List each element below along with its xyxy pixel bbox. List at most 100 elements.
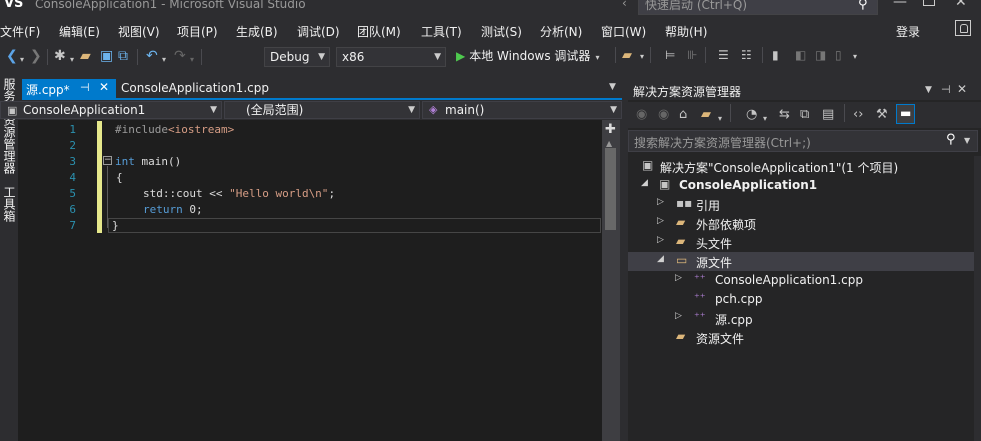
toolbox-tab[interactable]: 工具箱 xyxy=(1,186,18,222)
login-button[interactable]: 登录 xyxy=(896,23,920,40)
expanded-arrow-icon[interactable]: ◢ xyxy=(641,178,648,188)
process-dropdown-icon[interactable]: ▾ xyxy=(640,52,644,61)
tree-item-resource-files[interactable]: ▰ 资源文件 xyxy=(628,328,974,347)
tree-item-project[interactable]: ◢ ▣ ConsoleApplication1 xyxy=(628,176,974,195)
new-dropdown-icon[interactable]: ▾ xyxy=(70,52,74,68)
menu-test[interactable]: 测试(S) xyxy=(481,23,522,40)
tree-item-source-files[interactable]: ◢ ▭ 源文件 xyxy=(628,252,974,271)
window-position-dropdown-icon[interactable]: ▼ xyxy=(925,85,932,95)
server-explorer-tab[interactable]: 服务器资源管理器 xyxy=(1,78,18,174)
undo-dropdown-icon[interactable]: ▾ xyxy=(162,52,166,68)
solution-configuration-select[interactable]: Debug ▼ xyxy=(264,47,330,67)
panel-splitter[interactable] xyxy=(620,120,624,441)
menu-tools[interactable]: 工具(T) xyxy=(421,23,462,40)
toolbar-overflow-icon[interactable]: ▾ xyxy=(853,52,857,61)
views-dropdown-icon[interactable]: ▾ xyxy=(718,111,722,127)
pending-dropdown-icon[interactable]: ▾ xyxy=(763,111,767,127)
solution-explorer-scrollbar[interactable] xyxy=(974,156,981,441)
tree-item-source-cpp[interactable]: ▷ ⁺⁺ 源.cpp xyxy=(628,309,974,328)
quick-launch-input[interactable]: 快速启动 (Ctrl+Q) xyxy=(638,0,878,15)
menu-analyze[interactable]: 分析(N) xyxy=(540,23,582,40)
undo-icon[interactable]: ↶ xyxy=(146,48,158,64)
split-window-icon[interactable]: ✚ xyxy=(605,122,616,137)
minimize-icon[interactable]: — xyxy=(893,0,907,10)
feedback-icon[interactable]: ‹ xyxy=(622,0,627,10)
collapse-icon[interactable]: − xyxy=(103,156,112,165)
collapsed-arrow-icon[interactable]: ▷ xyxy=(675,273,682,283)
menu-team[interactable]: 团队(M) xyxy=(357,23,401,40)
menu-project[interactable]: 项目(P) xyxy=(177,23,218,40)
collapsed-arrow-icon[interactable]: ▷ xyxy=(675,311,682,321)
back-dropdown-icon[interactable]: ▾ xyxy=(20,52,24,68)
tree-item-solution[interactable]: ▣ 解决方案"ConsoleApplication1"(1 个项目) xyxy=(628,157,974,176)
preview-selected-button[interactable]: ▬ xyxy=(896,104,915,124)
properties-wrench-icon[interactable]: ⚒ xyxy=(876,107,888,123)
collapse-all-icon[interactable]: ⧉ xyxy=(800,107,809,123)
menu-window[interactable]: 窗口(W) xyxy=(601,23,646,40)
start-debugging-button[interactable]: ▶ 本地 Windows 调试器 ▾ xyxy=(456,47,599,64)
code-editor[interactable] xyxy=(18,120,624,441)
menu-build[interactable]: 生成(B) xyxy=(236,23,278,40)
account-icon[interactable] xyxy=(955,20,971,36)
maximize-icon[interactable] xyxy=(923,0,935,6)
tab-consoleapplication1-cpp[interactable]: ConsoleApplication1.cpp xyxy=(121,81,269,95)
scope-nav-select[interactable]: (全局范围) ▼ xyxy=(224,101,420,119)
tree-item-header-files[interactable]: ▷ ▰ 头文件 xyxy=(628,233,974,252)
sync-icon[interactable]: ⇆ xyxy=(779,107,790,123)
close-window-icon[interactable]: ✕ xyxy=(955,0,967,10)
project-nav-select[interactable]: ▣ ConsoleApplication1 ▼ xyxy=(0,101,222,119)
step-over-icon[interactable]: ⊪ xyxy=(687,48,697,62)
forward-icon[interactable]: ◉ xyxy=(658,107,669,123)
navigate-forward-icon[interactable]: ❯ xyxy=(30,48,42,64)
tab-source-cpp[interactable]: 源.cpp* ⊣ ✕ xyxy=(22,79,116,98)
close-tab-icon[interactable]: ✕ xyxy=(99,80,109,94)
new-project-icon[interactable]: ✱ xyxy=(54,48,66,64)
tab-list-dropdown-icon[interactable]: ▼ xyxy=(609,82,616,92)
menu-edit[interactable]: 编辑(E) xyxy=(59,23,100,40)
collapsed-arrow-icon[interactable]: ▷ xyxy=(657,197,664,207)
pin-icon[interactable]: ⊣ xyxy=(80,81,90,94)
switch-views-icon[interactable]: ▰ xyxy=(701,107,711,123)
menu-debug[interactable]: 调试(D) xyxy=(297,23,340,40)
home-icon[interactable]: ⌂ xyxy=(679,107,687,123)
collapsed-arrow-icon[interactable]: ▷ xyxy=(657,216,664,226)
member-nav-select[interactable]: ◈ main() ▼ xyxy=(422,101,622,119)
pin-icon[interactable]: ⊣ xyxy=(941,83,951,96)
open-file-icon[interactable]: ▰ xyxy=(80,48,91,64)
search-options-dropdown-icon[interactable]: ▼ xyxy=(964,136,970,145)
redo-icon[interactable]: ↷ xyxy=(174,48,186,64)
process-icon[interactable]: ▰ xyxy=(622,48,632,63)
view-code-icon[interactable]: ‹› xyxy=(853,107,863,123)
close-panel-icon[interactable]: ✕ xyxy=(957,82,967,96)
scroll-up-icon[interactable]: ▲ xyxy=(606,139,612,148)
tree-item-consoleapplication1-cpp[interactable]: ▷ ⁺⁺ ConsoleApplication1.cpp xyxy=(628,271,974,290)
solution-search-input[interactable]: 搜索解决方案资源管理器(Ctrl+;) xyxy=(628,130,978,152)
tree-item-references[interactable]: ▷ ▪▪ 引用 xyxy=(628,195,974,214)
next-bookmark-icon[interactable]: ◨ xyxy=(815,48,826,62)
prev-bookmark-icon[interactable]: ◧ xyxy=(795,48,806,62)
search-icon[interactable]: ⚲ xyxy=(946,132,956,147)
pending-changes-icon[interactable]: ◔ xyxy=(746,107,757,123)
search-icon[interactable]: ⚲ xyxy=(858,0,868,12)
expanded-arrow-icon[interactable]: ◢ xyxy=(657,254,664,264)
clear-bookmarks-icon[interactable]: ▯ xyxy=(835,48,842,62)
redo-dropdown-icon[interactable]: ▾ xyxy=(190,52,194,68)
uncomment-icon[interactable]: ☷ xyxy=(741,48,752,62)
run-dropdown-icon[interactable]: ▾ xyxy=(595,53,599,62)
navigate-back-icon[interactable]: ❮ xyxy=(6,48,18,64)
step-into-icon[interactable]: ⊨ xyxy=(665,48,675,62)
menu-file[interactable]: 文件(F) xyxy=(0,23,40,40)
tree-item-pch-cpp[interactable]: ⁺⁺ pch.cpp xyxy=(628,290,974,309)
save-all-icon[interactable]: ⧉ xyxy=(118,48,128,64)
comment-out-icon[interactable]: ☰ xyxy=(718,48,729,62)
back-icon[interactable]: ◉ xyxy=(636,107,647,123)
show-all-files-icon[interactable]: ▤ xyxy=(822,107,834,123)
collapsed-arrow-icon[interactable]: ▷ xyxy=(657,235,664,245)
bookmark-icon[interactable]: ▮ xyxy=(772,48,779,62)
menu-help[interactable]: 帮助(H) xyxy=(665,23,707,40)
menu-view[interactable]: 视图(V) xyxy=(118,23,160,40)
save-icon[interactable]: ▣ xyxy=(100,48,113,64)
scrollbar-thumb[interactable] xyxy=(605,148,616,230)
solution-platform-select[interactable]: x86 ▼ xyxy=(336,47,446,67)
tree-item-external-dependencies[interactable]: ▷ ▰ 外部依赖项 xyxy=(628,214,974,233)
